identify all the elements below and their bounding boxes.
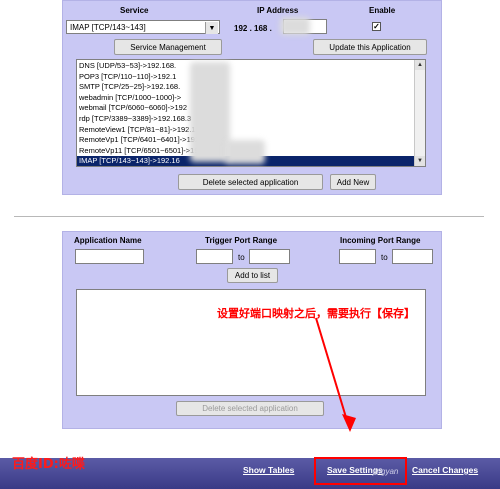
- add-new-button[interactable]: Add New: [330, 174, 376, 190]
- add-to-list-button[interactable]: Add to list: [227, 268, 278, 283]
- list-scrollbar[interactable]: ▲ ▼: [414, 60, 425, 166]
- enable-column-header: Enable: [369, 6, 396, 15]
- trigger-port-start-input[interactable]: [196, 249, 233, 264]
- watermark-id: 百度ID:咗喋: [12, 457, 85, 472]
- scroll-up-icon[interactable]: ▲: [415, 60, 425, 70]
- ip-address-column-header: IP Address: [257, 6, 299, 15]
- application-name-input[interactable]: [75, 249, 144, 264]
- cancel-changes-link[interactable]: Cancel Changes: [412, 465, 478, 475]
- section-divider: [14, 216, 484, 217]
- list-item[interactable]: webmail [TCP/6060~6060]->192: [77, 103, 414, 114]
- trigger-port-range-header: Trigger Port Range: [205, 236, 278, 245]
- service-select[interactable]: IMAP [TCP/143~143] ▼: [66, 20, 220, 34]
- trigger-port-end-input[interactable]: [249, 249, 290, 264]
- update-application-button[interactable]: Update this Application: [313, 39, 427, 55]
- ip-prefix: 192 . 168 .: [234, 24, 272, 33]
- list-item[interactable]: SMTP [TCP/25~25]->192.168.: [77, 82, 414, 93]
- incoming-port-range-header: Incoming Port Range: [340, 236, 421, 245]
- list-item[interactable]: DNS [UDP/53~53]->192.168.: [77, 61, 414, 72]
- incoming-port-end-input[interactable]: [392, 249, 433, 264]
- service-column-header: Service: [120, 6, 149, 15]
- list-item[interactable]: rdp [TCP/3389~3389]->192.168.3: [77, 114, 414, 125]
- show-tables-link[interactable]: Show Tables: [243, 465, 294, 475]
- enable-checkbox[interactable]: ✓: [372, 22, 381, 31]
- delete-selected-application-button[interactable]: Delete selected application: [178, 174, 323, 190]
- application-name-header: Application Name: [74, 236, 142, 245]
- service-management-button[interactable]: Service Management: [114, 39, 222, 55]
- list-item[interactable]: POP3 [TCP/110~110]->192.1: [77, 72, 414, 83]
- incoming-port-start-input[interactable]: [339, 249, 376, 264]
- annotation-arrow: [315, 317, 356, 432]
- chevron-down-icon[interactable]: ▼: [205, 22, 218, 34]
- list-item[interactable]: webadmin [TCP/1000~1000]->: [77, 93, 414, 104]
- ip-blur-overlay-list: [190, 62, 230, 162]
- ip-blur-overlay-list-2: [225, 140, 265, 164]
- service-select-value: IMAP [TCP/143~143]: [70, 22, 146, 32]
- incoming-to-label: to: [381, 253, 388, 262]
- save-settings-highlight: [314, 457, 407, 485]
- scroll-down-icon[interactable]: ▼: [415, 156, 425, 166]
- trigger-to-label: to: [238, 253, 245, 262]
- ip-blur-overlay: [280, 17, 310, 35]
- list-item[interactable]: RemoteView1 [TCP/81~81]->192.1: [77, 125, 414, 136]
